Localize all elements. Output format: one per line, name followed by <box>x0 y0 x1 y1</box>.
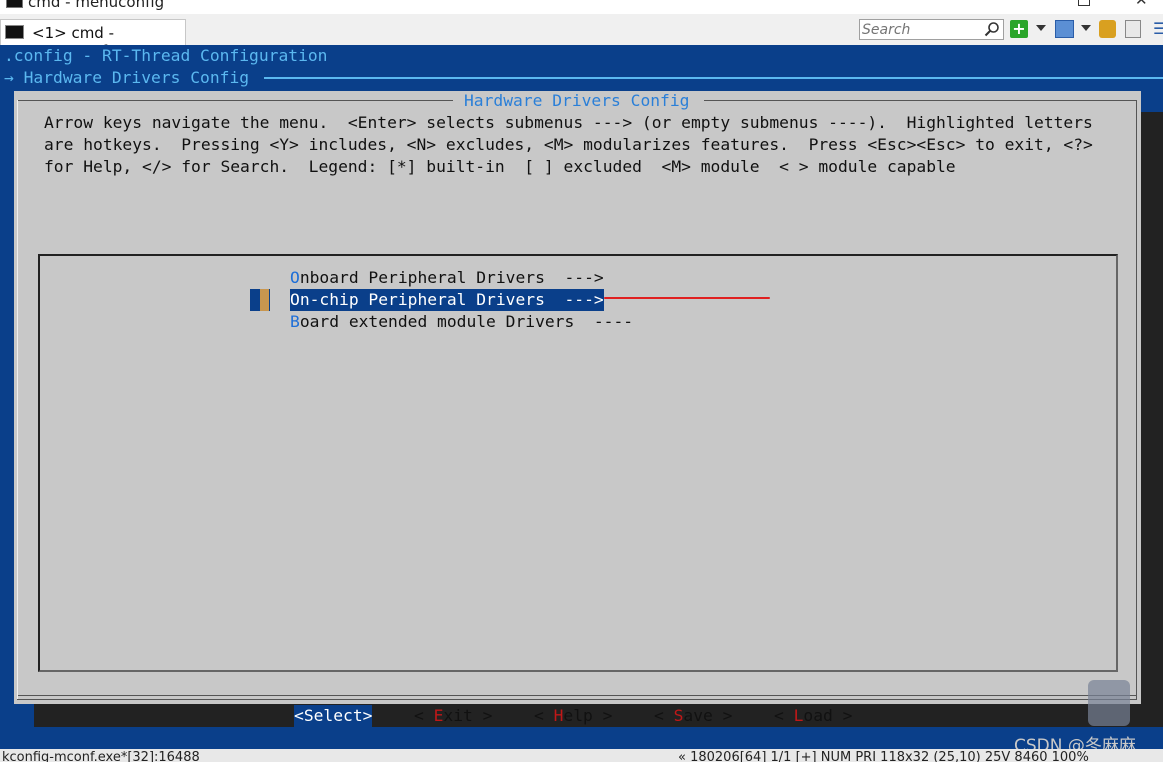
breadcrumb: → Hardware Drivers Config <box>4 67 259 89</box>
menu-item-board-extended-module-drivers[interactable]: Board extended module Drivers ---- <box>290 311 633 333</box>
dialog-border <box>17 100 18 700</box>
hotkey-letter: L <box>794 706 804 725</box>
save-button[interactable]: < Save > <box>654 705 732 727</box>
hotkey-letter: H <box>554 706 564 725</box>
annotation-underline <box>604 297 770 299</box>
status-info: « 180206[64] 1/1 [+] NUM PRI 118x32 (25,… <box>678 750 1089 762</box>
config-header: .config - RT-Thread Configuration <box>4 45 327 67</box>
close-icon[interactable]: ✕ <box>1135 0 1148 9</box>
status-process: kconfig-mconf.exe*[32]:16488 <box>2 750 200 762</box>
dialog-shadow <box>1139 112 1163 727</box>
hotkey-letter: S <box>674 706 684 725</box>
menu-list: Onboard Peripheral Drivers ---> On-chip … <box>38 254 1118 672</box>
help-text-line: Arrow keys navigate the menu. <Enter> se… <box>44 112 1093 134</box>
chevron-down-icon[interactable] <box>1036 25 1046 31</box>
terminal[interactable]: .config - RT-Thread Configuration → Hard… <box>0 45 1163 749</box>
new-console-button[interactable]: + <box>1010 20 1028 38</box>
hotkey-letter: O <box>290 268 300 287</box>
dialog-border <box>704 100 1137 101</box>
dialog-border <box>17 699 1137 700</box>
console-icon <box>6 0 23 8</box>
header-rule <box>264 77 1163 79</box>
hotkey-letter: S <box>304 706 314 725</box>
help-text-line: are hotkeys. Pressing <Y> includes, <N> … <box>44 134 1093 156</box>
search-icon[interactable] <box>984 21 1000 37</box>
hotkey-letter: E <box>434 706 444 725</box>
tab-cmd[interactable]: <1> cmd - menuconf <box>0 19 186 45</box>
hotkey-letter: O <box>290 290 300 309</box>
scroll-overlay-icon[interactable] <box>1088 680 1130 726</box>
title-bar: cmd - menuconfig ✕ <box>0 0 1163 14</box>
search-input[interactable] <box>862 21 980 38</box>
menu-item-onboard-peripheral-drivers[interactable]: Onboard Peripheral Drivers ---> <box>290 267 604 289</box>
help-button[interactable]: < Help > <box>534 705 612 727</box>
chevron-down-icon[interactable] <box>1081 25 1091 31</box>
hamburger-menu-icon[interactable]: ☰ <box>1153 20 1163 38</box>
menuconfig-dialog: Hardware Drivers Config Arrow keys navig… <box>14 91 1141 704</box>
exit-button[interactable]: < Exit > <box>414 705 492 727</box>
load-button[interactable]: < Load > <box>774 705 852 727</box>
menu-item-label: nboard Peripheral Drivers ---> <box>300 268 604 287</box>
hotkey-letter: B <box>290 312 300 331</box>
search-box[interactable] <box>859 19 1004 40</box>
window-title: cmd - menuconfig <box>28 0 164 11</box>
menu-item-on-chip-peripheral-drivers[interactable]: On-chip Peripheral Drivers ---> <box>290 289 604 311</box>
lock-icon[interactable] <box>1099 20 1116 38</box>
select-button[interactable]: <Select> <box>294 705 372 727</box>
status-bar: kconfig-mconf.exe*[32]:16488 « 180206[64… <box>0 749 1163 762</box>
help-text-line: for Help, </> for Search. Legend: [*] bu… <box>44 156 956 178</box>
dialog-title: Hardware Drivers Config <box>464 90 689 112</box>
menu-item-label: n-chip Peripheral Drivers ---> <box>300 290 604 309</box>
maximize-icon[interactable] <box>1078 0 1090 6</box>
button-row-divider <box>18 695 1136 696</box>
dialog-border <box>1136 100 1137 700</box>
console-icon <box>5 25 24 39</box>
cursor-marker <box>260 289 269 311</box>
dialog-border <box>17 100 453 101</box>
view-icon[interactable] <box>1055 20 1074 38</box>
pane-icon[interactable] <box>1125 20 1141 38</box>
menu-item-label: oard extended module Drivers ---- <box>300 312 633 331</box>
